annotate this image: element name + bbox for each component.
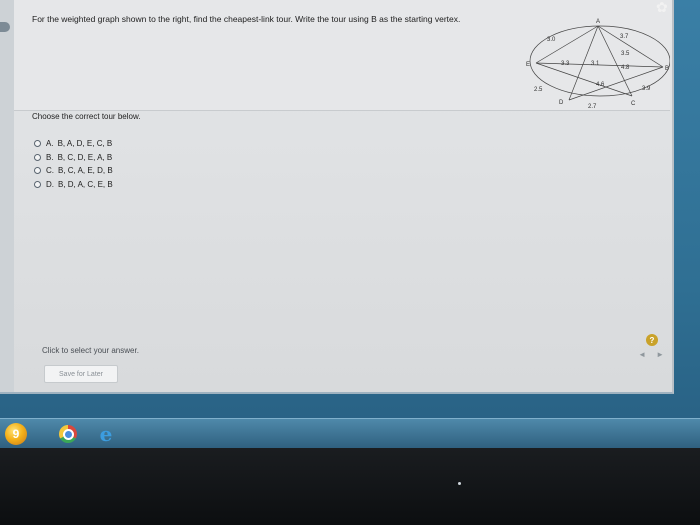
vertex-label: C [631, 101, 636, 107]
option-letter: A. [46, 139, 54, 149]
start-orb-icon: 9 [5, 423, 27, 445]
question-nav: ◄ ► [614, 350, 664, 362]
save-for-later-button[interactable]: Save for Later [44, 365, 118, 383]
edge-weight-label: 3.1 [591, 61, 600, 67]
edge-weight-label: 3.5 [621, 51, 630, 57]
screen: For the weighted graph shown to the righ… [0, 0, 700, 525]
option-tour: B, C, A, E, D, B [58, 166, 113, 176]
edge-weight-label: 3.3 [561, 61, 570, 67]
vertex-label: A [596, 19, 600, 25]
monitor-bezel [0, 448, 700, 525]
vertex-label: D [559, 100, 564, 106]
chrome-icon [59, 425, 77, 443]
option-d[interactable]: D. B, D, A, C, E, B [34, 178, 113, 192]
hint-text: Click to select your answer. [42, 346, 139, 355]
option-letter: C. [46, 166, 54, 176]
option-a[interactable]: A. B, A, D, E, C, B [34, 137, 113, 151]
next-arrow-icon[interactable]: ► [656, 350, 664, 362]
weighted-graph: A B C D E 3.0 3.7 3.5 4.8 3.3 3.1 4.6 2.… [526, 19, 670, 110]
previous-arrow-icon[interactable]: ◄ [638, 350, 646, 362]
option-letter: B. [46, 152, 54, 162]
edge-weight-label: 4.6 [596, 82, 605, 88]
option-b[interactable]: B. B, C, D, E, A, B [34, 151, 113, 165]
app-window: For the weighted graph shown to the righ… [0, 0, 674, 394]
option-tour: B, A, D, E, C, B [57, 139, 113, 149]
radio-button[interactable] [34, 153, 41, 161]
internet-explorer-icon: e [99, 422, 113, 446]
option-tour: B, C, D, E, A, B [57, 152, 113, 162]
graph-edge [535, 62, 664, 68]
chrome-icon-center [62, 428, 74, 440]
edge-weight-label: 3.7 [620, 34, 629, 40]
vertex-label: E [526, 62, 530, 68]
bottom-bar: Click to select your answer. Save for La… [32, 334, 670, 386]
power-led [458, 482, 461, 485]
option-c[interactable]: C. B, C, A, E, D, B [34, 164, 113, 178]
option-tour: B, D, A, C, E, B [58, 179, 113, 189]
chrome-taskbar-button[interactable] [56, 423, 80, 445]
edge-weight-label: 2.7 [588, 104, 597, 110]
radio-button[interactable] [34, 167, 41, 175]
edge-weight-label: 2.5 [534, 87, 543, 93]
edge-weight-label: 4.8 [621, 65, 630, 71]
prompt-text: Choose the correct tour below. [32, 112, 141, 121]
radio-button[interactable] [34, 140, 41, 148]
help-icon[interactable]: ? [646, 334, 658, 346]
ie-taskbar-button[interactable]: e [94, 422, 118, 446]
collapse-handle[interactable] [0, 22, 10, 32]
start-button[interactable]: 9 [4, 423, 28, 445]
option-letter: D. [46, 179, 54, 189]
question-text: For the weighted graph shown to the righ… [32, 14, 461, 24]
edge-weight-label: 3.0 [547, 37, 556, 43]
radio-button[interactable] [34, 180, 41, 188]
vertex-label: B [665, 66, 669, 72]
graph-edge [535, 62, 633, 97]
answer-options: A. B, A, D, E, C, B B. B, C, D, E, A, B … [34, 137, 113, 191]
graph-edge [535, 25, 599, 64]
left-strip [0, 0, 14, 392]
edge-weight-label: 3.9 [642, 86, 651, 92]
taskbar: 9 e [0, 418, 700, 449]
